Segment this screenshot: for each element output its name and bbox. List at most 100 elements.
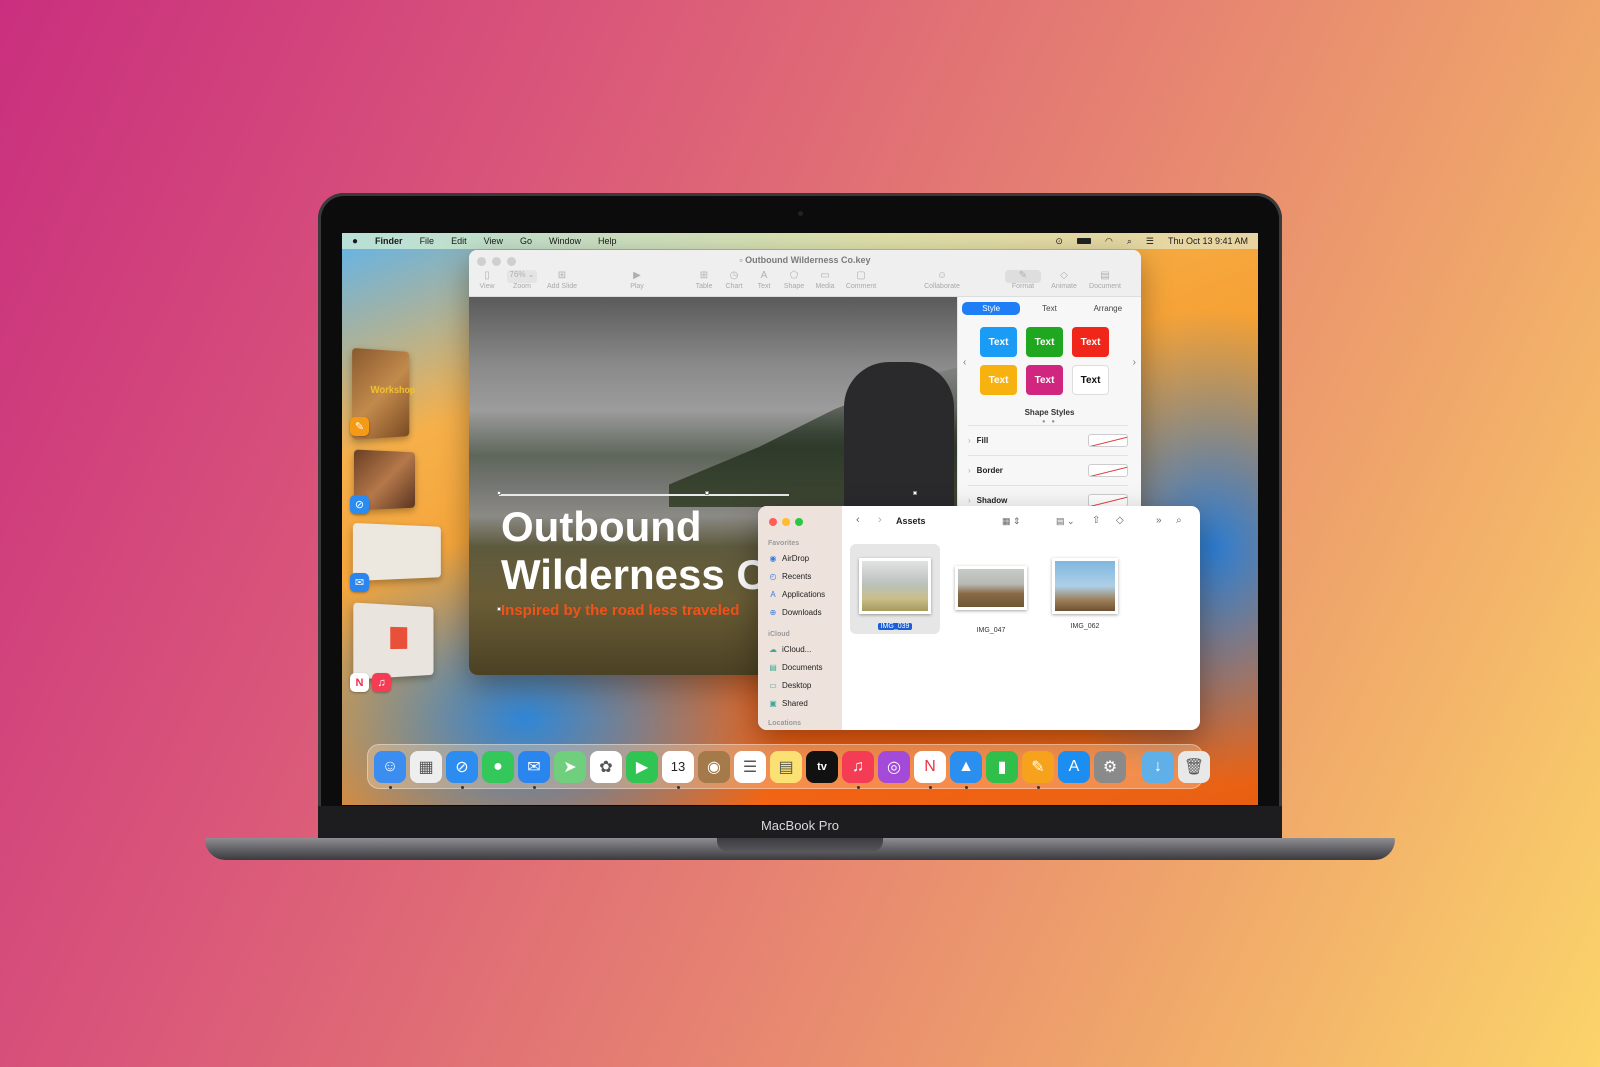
- chevron-right-icon[interactable]: ›: [1133, 357, 1136, 368]
- sidebar-item-downloads[interactable]: ⊕ Downloads: [768, 608, 822, 617]
- pages-app-icon: ✎: [350, 417, 369, 436]
- more-toolbar-icon[interactable]: »: [1156, 515, 1162, 526]
- toolbar-media-button[interactable]: ▭ Media: [813, 270, 837, 290]
- sidebar-item-applications[interactable]: A Applications: [768, 590, 825, 599]
- tab-style[interactable]: Style: [962, 302, 1021, 315]
- toolbar-add-slide-button[interactable]: ⊞ Add Slide: [545, 270, 579, 290]
- menu-help[interactable]: Help: [598, 236, 617, 246]
- toolbar-animate-button[interactable]: ◇ Animate: [1049, 270, 1079, 290]
- shape-style-swatch[interactable]: Text: [980, 327, 1017, 357]
- play-circle-icon[interactable]: ⊙: [1055, 236, 1063, 247]
- view-mode-icon[interactable]: ▦ ⇕: [1002, 516, 1021, 527]
- notes-icon: ▤: [778, 758, 794, 776]
- dock-maps[interactable]: ➤: [554, 750, 586, 783]
- stage-mail-window[interactable]: [352, 522, 441, 582]
- sidebar-item-shared[interactable]: ▣ Shared: [768, 699, 808, 708]
- tab-text[interactable]: Text: [1020, 302, 1078, 315]
- toolbar-play-button[interactable]: ▶ Play: [627, 270, 647, 290]
- forward-button[interactable]: ›: [878, 514, 882, 526]
- file-name[interactable]: IMG_039: [877, 623, 913, 630]
- shape-styles-label: Shape Styles: [1024, 408, 1075, 417]
- sidebar-item-documents[interactable]: ▤ Documents: [768, 663, 822, 672]
- dock-podcasts[interactable]: ◎: [878, 750, 910, 783]
- file-name[interactable]: IMG_047: [974, 627, 1009, 634]
- dock-numbers[interactable]: ▮: [986, 750, 1018, 783]
- fill-row[interactable]: › Fill: [968, 425, 1128, 455]
- dock-keynote[interactable]: ▲: [950, 750, 982, 789]
- sidebar-item-desktop[interactable]: ▭ Desktop: [768, 681, 811, 690]
- apple-menu-icon[interactable]: ●: [352, 236, 358, 247]
- dock-tv[interactable]: tv: [806, 750, 838, 783]
- shape-style-swatch[interactable]: Text: [1072, 327, 1109, 357]
- dock-messages[interactable]: ●: [482, 750, 514, 783]
- toolbar-collaborate-button[interactable]: ☺ Collaborate: [921, 270, 963, 290]
- search-icon[interactable]: ⌕: [1176, 515, 1182, 526]
- selection-handle[interactable]: [497, 491, 501, 495]
- zoom-button[interactable]: [795, 518, 803, 526]
- search-icon[interactable]: ⌕: [1127, 236, 1132, 247]
- close-button[interactable]: [769, 518, 777, 526]
- shape-style-swatch[interactable]: Text: [1026, 327, 1063, 357]
- slide-subtitle[interactable]: Inspired by the road less traveled: [501, 602, 739, 619]
- dock-music[interactable]: ♫: [842, 750, 874, 789]
- border-row[interactable]: › Border: [968, 455, 1128, 485]
- shape-style-swatch[interactable]: Text: [1072, 365, 1109, 395]
- toolbar-view-button[interactable]: ▯ View: [477, 270, 497, 290]
- menu-go[interactable]: Go: [520, 236, 532, 246]
- sidebar-item-airdrop[interactable]: ◉ AirDrop: [768, 554, 810, 563]
- dock-trash[interactable]: 🗑: [1178, 750, 1210, 783]
- selection-handle[interactable]: [705, 491, 709, 495]
- file-item[interactable]: IMG_047: [946, 566, 1036, 634]
- dock-pages[interactable]: ✎: [1022, 750, 1054, 789]
- sidebar-item-recents[interactable]: ◴ Recents: [768, 572, 812, 581]
- toolbar-format-button[interactable]: ✎ Format: [1003, 270, 1043, 290]
- stage-news-music-window[interactable]: [353, 602, 434, 680]
- toolbar-shape-button[interactable]: ⬠ Shape: [782, 270, 806, 290]
- file-name[interactable]: IMG_062: [1068, 623, 1103, 630]
- fill-well[interactable]: [1088, 434, 1128, 447]
- menu-window[interactable]: Window: [549, 236, 581, 246]
- toolbar-comment-button[interactable]: ▢ Comment: [843, 270, 879, 290]
- menu-edit[interactable]: Edit: [451, 236, 467, 246]
- dock-launchpad[interactable]: ▦: [410, 750, 442, 783]
- menu-clock[interactable]: Thu Oct 13 9:41 AM: [1168, 236, 1248, 246]
- toolbar-table-button[interactable]: ⊞ Table: [693, 270, 715, 290]
- menu-view[interactable]: View: [484, 236, 503, 246]
- toolbar-zoom-button[interactable]: 76% ⌄ Zoom: [507, 270, 537, 290]
- menu-file[interactable]: File: [420, 236, 435, 246]
- group-by-icon[interactable]: ▤ ⌄: [1056, 516, 1075, 527]
- dock-finder[interactable]: ☺: [374, 750, 406, 789]
- dock-safari[interactable]: ⊘: [446, 750, 478, 789]
- dock-calendar[interactable]: 13: [662, 750, 694, 789]
- back-button[interactable]: ‹: [856, 514, 860, 526]
- dock-notes[interactable]: ▤: [770, 750, 802, 783]
- dock-photos[interactable]: ✿: [590, 750, 622, 783]
- selection-handle[interactable]: [913, 491, 917, 495]
- minimize-button[interactable]: [782, 518, 790, 526]
- tab-arrange[interactable]: Arrange: [1079, 302, 1137, 315]
- sidebar-item-icloud-drive[interactable]: ☁ iCloud...: [768, 645, 811, 654]
- control-center-icon[interactable]: ☰: [1146, 236, 1154, 247]
- border-well[interactable]: [1088, 464, 1128, 477]
- dock-mail[interactable]: ✉: [518, 750, 550, 789]
- toolbar-document-button[interactable]: ▤ Document: [1085, 270, 1125, 290]
- menu-finder[interactable]: Finder: [375, 236, 403, 246]
- dock-system-settings[interactable]: ⚙: [1094, 750, 1126, 783]
- dock-downloads[interactable]: ↓: [1142, 750, 1174, 783]
- shape-style-swatch[interactable]: Text: [1026, 365, 1063, 395]
- toolbar-chart-button[interactable]: ◷ Chart: [723, 270, 745, 290]
- wifi-icon[interactable]: ◠: [1105, 236, 1113, 247]
- file-item[interactable]: IMG_039: [850, 558, 940, 630]
- shape-style-swatch[interactable]: Text: [980, 365, 1017, 395]
- dock-contacts[interactable]: ◉: [698, 750, 730, 783]
- file-item[interactable]: IMG_062: [1040, 558, 1130, 630]
- share-icon[interactable]: ⇧: [1092, 515, 1100, 526]
- chevron-left-icon[interactable]: ‹: [963, 357, 966, 368]
- tag-icon[interactable]: ◇: [1116, 515, 1124, 526]
- toolbar-text-button[interactable]: A Text: [755, 270, 773, 290]
- dock-facetime[interactable]: ▶: [626, 750, 658, 783]
- dock-reminders[interactable]: ☰: [734, 750, 766, 783]
- battery-icon[interactable]: [1076, 238, 1091, 244]
- dock-news[interactable]: N: [914, 750, 946, 789]
- dock-app-store[interactable]: A: [1058, 750, 1090, 783]
